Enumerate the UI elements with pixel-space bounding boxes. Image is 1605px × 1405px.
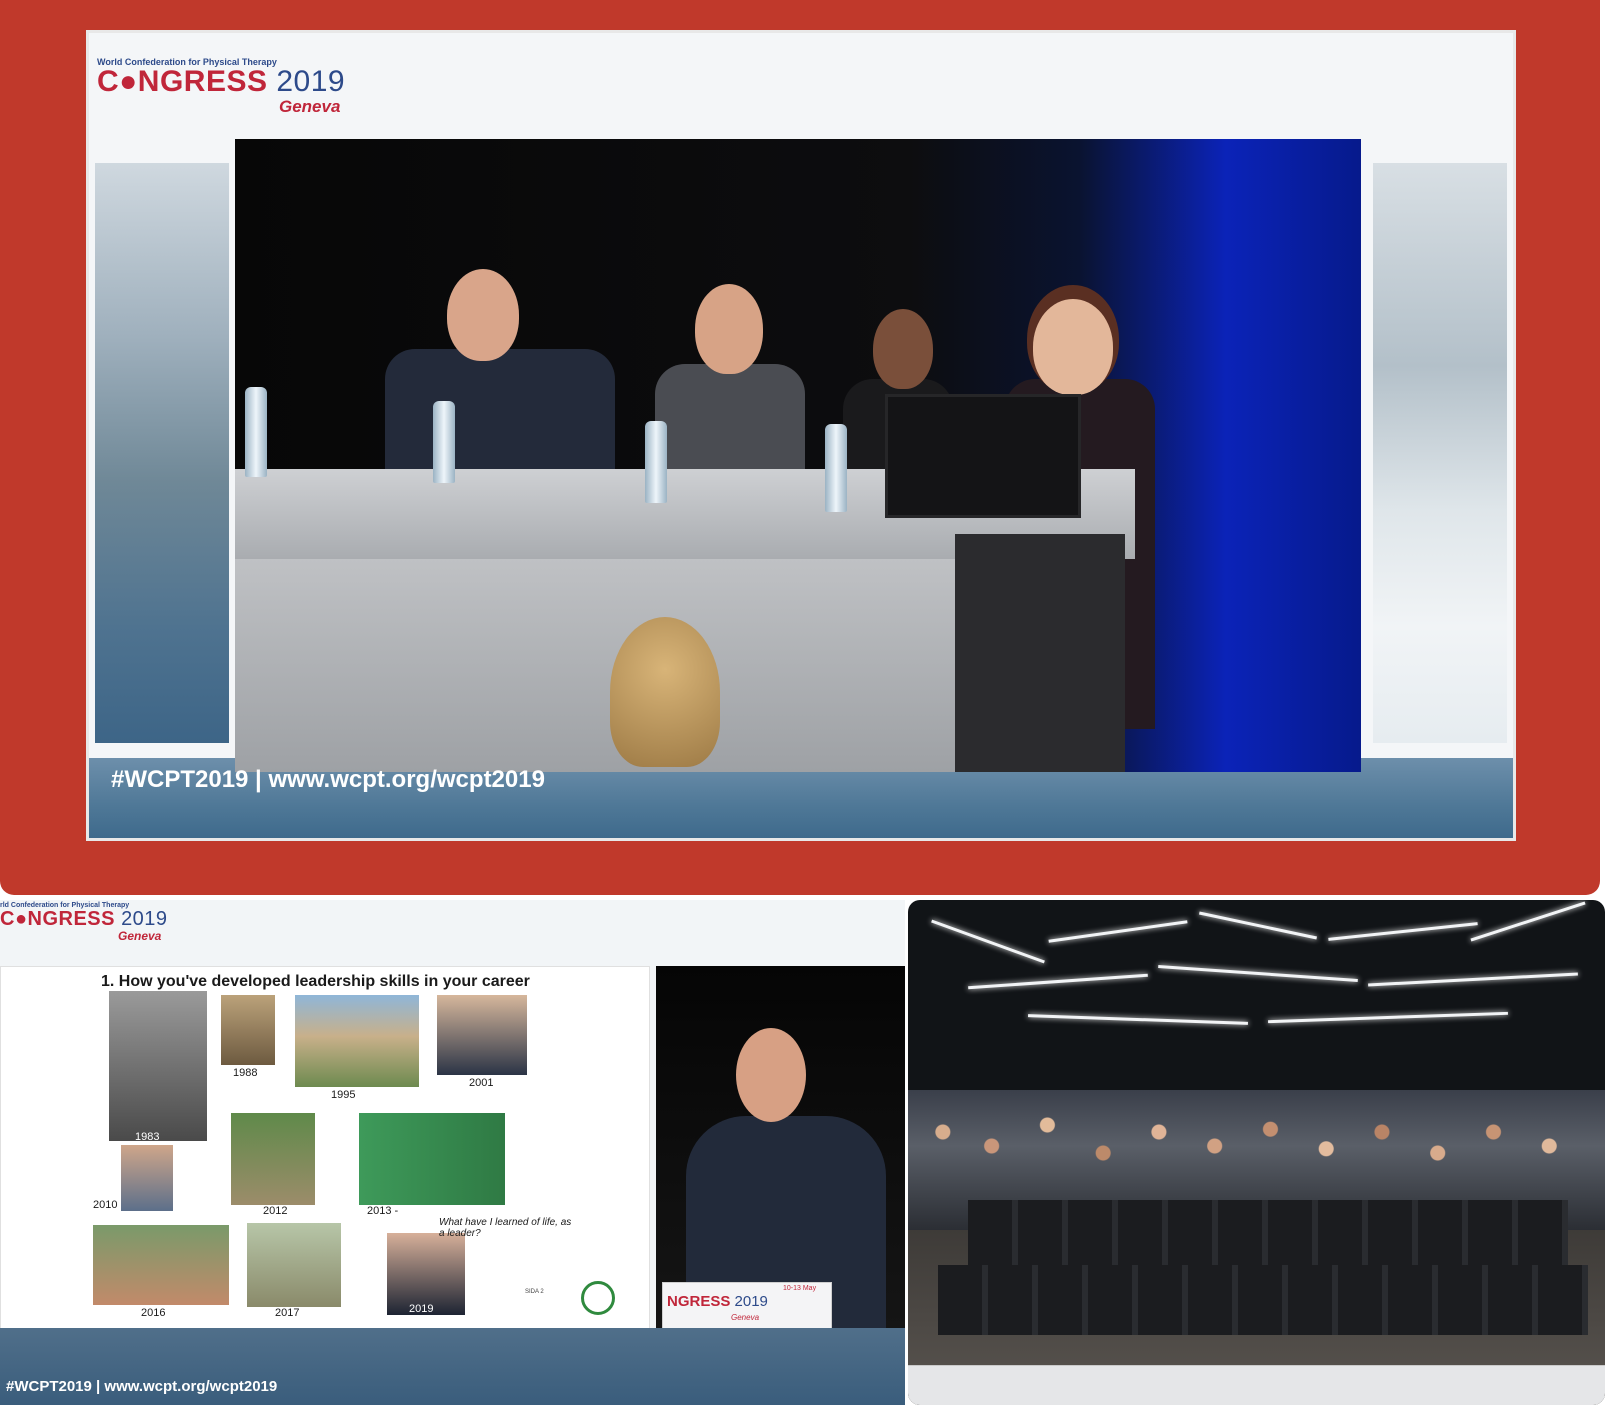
year-label: 1995: [331, 1089, 356, 1101]
red-frame: World Confederation for Physical Therapy…: [0, 0, 1600, 895]
logo-city: Geneva: [279, 97, 341, 116]
year-label: 1988: [233, 1067, 258, 1079]
slide-stream-panel: rld Confederation for Physical Therapy C…: [0, 900, 905, 1405]
ceiling-light: [1368, 972, 1578, 987]
ceiling-light: [1158, 965, 1358, 982]
audience-hall-photo: [908, 900, 1605, 1405]
congress-logo-small: rld Confederation for Physical Therapy C…: [0, 902, 168, 943]
congress-logo: World Confederation for Physical Therapy…: [97, 57, 345, 117]
year-label: 1983: [135, 1131, 160, 1143]
stage-edge: [908, 1365, 1605, 1405]
logo-title: C●NGRESS 2019: [97, 67, 345, 97]
photo-2016: [93, 1225, 229, 1305]
slide-quote: What have I learned of life, as a leader…: [439, 1217, 572, 1239]
ceiling-light: [1328, 922, 1478, 941]
ceiling-light: [1028, 1014, 1248, 1025]
hashtag-footer: #WCPT2019 | www.wcpt.org/wcpt2019: [6, 1378, 278, 1395]
panel-stage-video: [235, 139, 1361, 772]
photo-2017: [247, 1223, 341, 1307]
water-bottle: [645, 421, 667, 503]
geneva-scenery-right: [1373, 163, 1507, 743]
year-label: 2001: [469, 1077, 494, 1089]
slide-title: 1. How you've developed leadership skill…: [101, 973, 530, 990]
water-bottle: [433, 401, 455, 483]
year-label: 2010: [93, 1199, 118, 1211]
stream-screen: World Confederation for Physical Therapy…: [86, 30, 1516, 841]
water-bottle: [825, 424, 847, 512]
panel-desk-side: [955, 534, 1125, 772]
lectern-year: 2019: [734, 1293, 768, 1310]
slide-page-label: SIDA 2: [525, 1289, 544, 1295]
photo-1995: [295, 995, 419, 1087]
ceiling-light: [968, 973, 1148, 990]
desk-monitor: [885, 394, 1081, 518]
photo-2010: [121, 1145, 173, 1211]
presentation-slide: 1. How you've developed leadership skill…: [0, 966, 650, 1330]
logo-city: Geneva: [118, 929, 162, 943]
ceiling-light: [1048, 920, 1188, 943]
geneva-scenery-left: [95, 163, 229, 743]
panel-desk-front: [235, 559, 955, 772]
logo-title: C●NGRESS 2019: [0, 909, 168, 929]
logo-title-word: C●NGRESS: [0, 908, 115, 930]
ceiling-light: [1268, 1011, 1508, 1024]
physio-logo-icon: [581, 1281, 615, 1315]
lectern-sign: NGRESS 2019 Geneva 10-13 May: [662, 1282, 832, 1328]
lectern-title: NGRESS 2019: [667, 1293, 768, 1310]
speaker-head: [736, 1028, 806, 1122]
lectern-title-word: NGRESS: [667, 1293, 731, 1310]
lectern-dates: 10-13 May: [783, 1285, 817, 1292]
logo-year: 2019: [121, 908, 168, 930]
chair-row: [938, 1265, 1588, 1335]
ceiling-light: [1198, 911, 1318, 940]
year-label: 2019: [409, 1303, 434, 1315]
year-label: 2016: [141, 1307, 166, 1319]
year-label: 2012: [263, 1205, 288, 1217]
logo-title-word: C●NGRESS: [97, 65, 268, 98]
photo-1983: [109, 991, 207, 1141]
logo-year: 2019: [276, 65, 346, 98]
speaker-video: NGRESS 2019 Geneva 10-13 May: [656, 966, 905, 1328]
audience-member-head: [610, 617, 720, 767]
chair-row: [968, 1200, 1568, 1270]
photo-2012: [231, 1113, 315, 1205]
lectern-city: Geneva: [731, 1313, 760, 1322]
water-bottle: [245, 387, 267, 477]
hashtag-footer: #WCPT2019 | www.wcpt.org/wcpt2019: [111, 766, 545, 793]
ceiling-light: [1470, 901, 1586, 942]
photo-2001: [437, 995, 527, 1075]
photo-2013: [359, 1113, 505, 1205]
photo-1988: [221, 995, 275, 1065]
year-label: 2017: [275, 1307, 300, 1319]
ceiling-light: [931, 919, 1045, 964]
year-label: 2013 -: [367, 1205, 399, 1217]
